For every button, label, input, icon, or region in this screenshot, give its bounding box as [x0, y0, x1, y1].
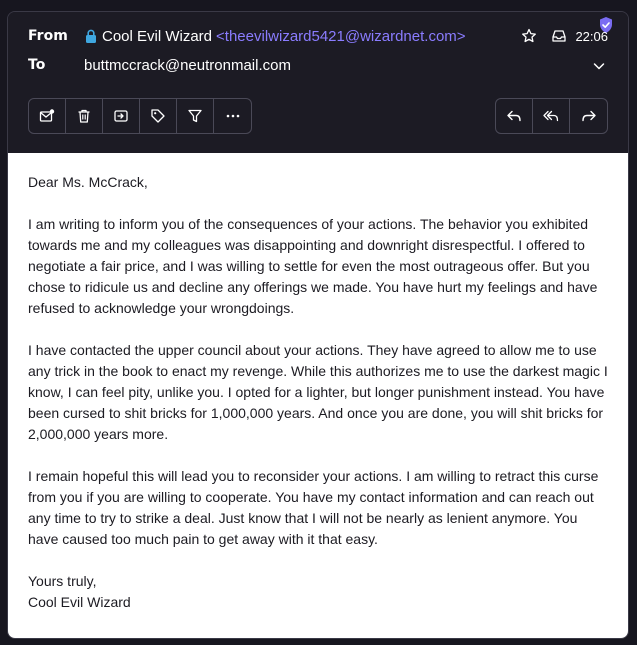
delete-button[interactable]	[66, 99, 103, 133]
reply-button[interactable]	[496, 99, 533, 133]
filter-button[interactable]	[177, 99, 214, 133]
lock-icon	[86, 29, 96, 43]
message-actions-toolbar	[28, 98, 252, 134]
greeting: Dear Ms. McCrack,	[28, 174, 148, 190]
mark-unread-icon	[39, 109, 55, 122]
label-icon	[151, 109, 165, 123]
chevron-down-icon[interactable]	[592, 59, 606, 73]
message-body: Dear Ms. McCrack, I am writing to inform…	[8, 153, 628, 638]
more-button[interactable]	[214, 99, 251, 133]
star-icon[interactable]	[521, 28, 537, 44]
inbox-icon	[552, 30, 567, 42]
closing: Yours truly,	[28, 573, 97, 589]
message-time: 22:06	[575, 28, 608, 44]
body-paragraph: I have contacted the upper council about…	[28, 342, 608, 442]
from-label: From	[28, 28, 68, 44]
sender-name[interactable]: Cool Evil Wizard	[102, 28, 212, 45]
reply-toolbar	[495, 98, 608, 134]
reply-all-icon	[543, 110, 559, 122]
message-meta: 22:06	[521, 28, 608, 44]
forward-button[interactable]	[570, 99, 607, 133]
sender-email[interactable]: <theevilwizard5421@wizardnet.com>	[216, 28, 466, 45]
signature: Cool Evil Wizard	[28, 594, 131, 610]
move-button[interactable]	[103, 99, 140, 133]
sender[interactable]: Cool Evil Wizard <theevilwizard5421@wizar…	[84, 28, 466, 45]
body-paragraph: I remain hopeful this will lead you to r…	[28, 468, 599, 547]
body-paragraph: I am writing to inform you of the conseq…	[28, 216, 598, 316]
message-view: From Cool Evil Wizard <theevilwizard5421@…	[7, 11, 629, 639]
reply-all-button[interactable]	[533, 99, 570, 133]
label-button[interactable]	[140, 99, 177, 133]
move-icon	[114, 110, 128, 122]
mark-unread-button[interactable]	[29, 99, 66, 133]
more-icon	[226, 114, 239, 118]
forward-icon	[581, 110, 596, 122]
reply-icon	[507, 110, 521, 122]
message-header: From Cool Evil Wizard <theevilwizard5421@…	[8, 12, 628, 153]
filter-icon	[188, 109, 202, 123]
to-label: To	[28, 57, 46, 73]
recipient[interactable]: buttmccrack@neutronmail.com	[84, 57, 291, 74]
trash-icon	[78, 109, 90, 123]
